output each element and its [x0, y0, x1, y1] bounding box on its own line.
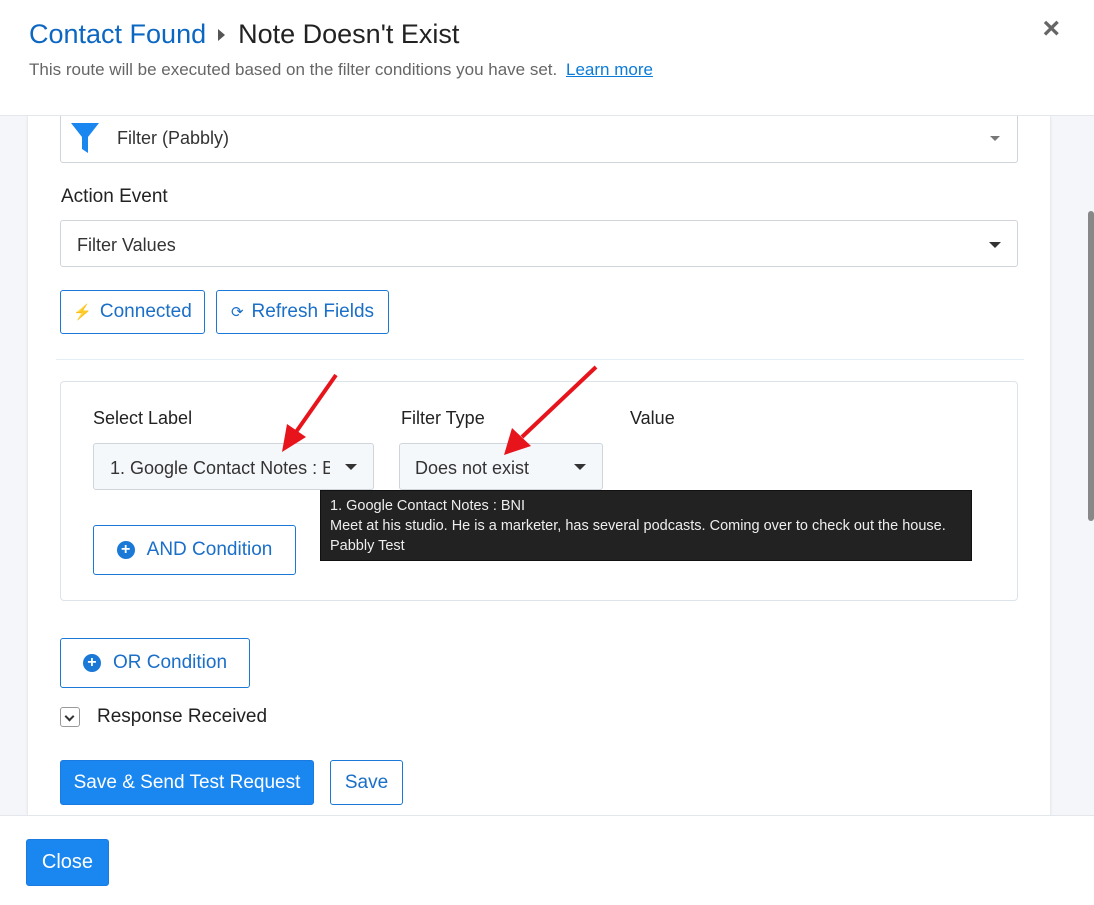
- funnel-icon: [71, 123, 99, 153]
- breadcrumb-parent[interactable]: Contact Found: [29, 19, 206, 50]
- action-event-select[interactable]: Filter Values: [60, 220, 1018, 267]
- modal-header: Contact Found Note Doesn't Exist This ro…: [0, 0, 1094, 116]
- modal-footer: Close: [0, 815, 1094, 905]
- chevron-down-icon: [574, 464, 586, 470]
- plus-circle-icon: +: [116, 541, 135, 559]
- refresh-label: Refresh Fields: [251, 301, 375, 322]
- close-x-icon[interactable]: ×: [1042, 14, 1060, 44]
- plug-icon: ⚡: [73, 304, 92, 321]
- breadcrumb-arrow-icon: [218, 28, 226, 41]
- and-condition-label: AND Condition: [146, 539, 273, 560]
- close-button[interactable]: Close: [26, 839, 109, 886]
- select-label-dropdown[interactable]: 1. Google Contact Notes : BNI: [93, 443, 374, 490]
- breadcrumb: Contact Found Note Doesn't Exist: [29, 19, 459, 50]
- and-condition-button[interactable]: + AND Condition: [93, 525, 296, 575]
- filter-type-header: Filter Type: [401, 408, 485, 428]
- page-title: Note Doesn't Exist: [238, 19, 460, 49]
- app-select[interactable]: Filter (Pabbly): [60, 116, 1018, 163]
- refresh-fields-button[interactable]: ⟳ Refresh Fields: [216, 290, 389, 334]
- modal-body[interactable]: Filter (Pabbly) Action Event Filter Valu…: [0, 116, 1094, 816]
- scrollbar[interactable]: [1088, 211, 1094, 521]
- plus-circle-icon: +: [82, 654, 101, 672]
- response-received-toggle[interactable]: Response Received: [60, 706, 267, 728]
- response-received-label: Response Received: [97, 706, 268, 727]
- connected-button[interactable]: ⚡ Connected: [60, 290, 205, 334]
- chevron-down-icon: [990, 136, 1000, 141]
- or-condition-label: OR Condition: [112, 652, 228, 673]
- save-button[interactable]: Save: [330, 760, 403, 805]
- filter-type-value: Does not exist: [415, 458, 530, 478]
- tooltip-line-3: Pabbly Test: [330, 538, 405, 554]
- action-event-label: Action Event: [61, 186, 168, 207]
- filter-type-dropdown[interactable]: Does not exist: [399, 443, 603, 490]
- select-label-value: 1. Google Contact Notes : BNI: [110, 458, 330, 478]
- select-label-header: Select Label: [93, 408, 193, 428]
- label-tooltip: 1. Google Contact Notes : BNI Meet at hi…: [320, 490, 972, 561]
- save-send-test-button[interactable]: Save & Send Test Request: [60, 760, 314, 805]
- action-event-value: Filter Values: [77, 235, 176, 255]
- route-card: Filter (Pabbly) Action Event Filter Valu…: [28, 116, 1050, 816]
- chevron-down-icon: [345, 464, 357, 470]
- subtitle-text: This route will be executed based on the…: [29, 60, 558, 79]
- connected-label: Connected: [99, 301, 192, 322]
- refresh-icon: ⟳: [230, 304, 244, 321]
- app-select-value: Filter (Pabbly): [117, 128, 230, 148]
- section-divider: [56, 359, 1024, 360]
- tooltip-line-1: 1. Google Contact Notes : BNI: [330, 498, 526, 514]
- or-condition-button[interactable]: + OR Condition: [60, 638, 250, 688]
- tooltip-line-2: Meet at his studio. He is a marketer, ha…: [330, 518, 946, 534]
- value-header: Value: [630, 408, 675, 428]
- chevron-down-icon: [989, 242, 1001, 248]
- learn-more-link[interactable]: Learn more: [566, 60, 653, 79]
- chevron-down-icon[interactable]: [60, 707, 80, 727]
- route-description: This route will be executed based on the…: [29, 60, 653, 80]
